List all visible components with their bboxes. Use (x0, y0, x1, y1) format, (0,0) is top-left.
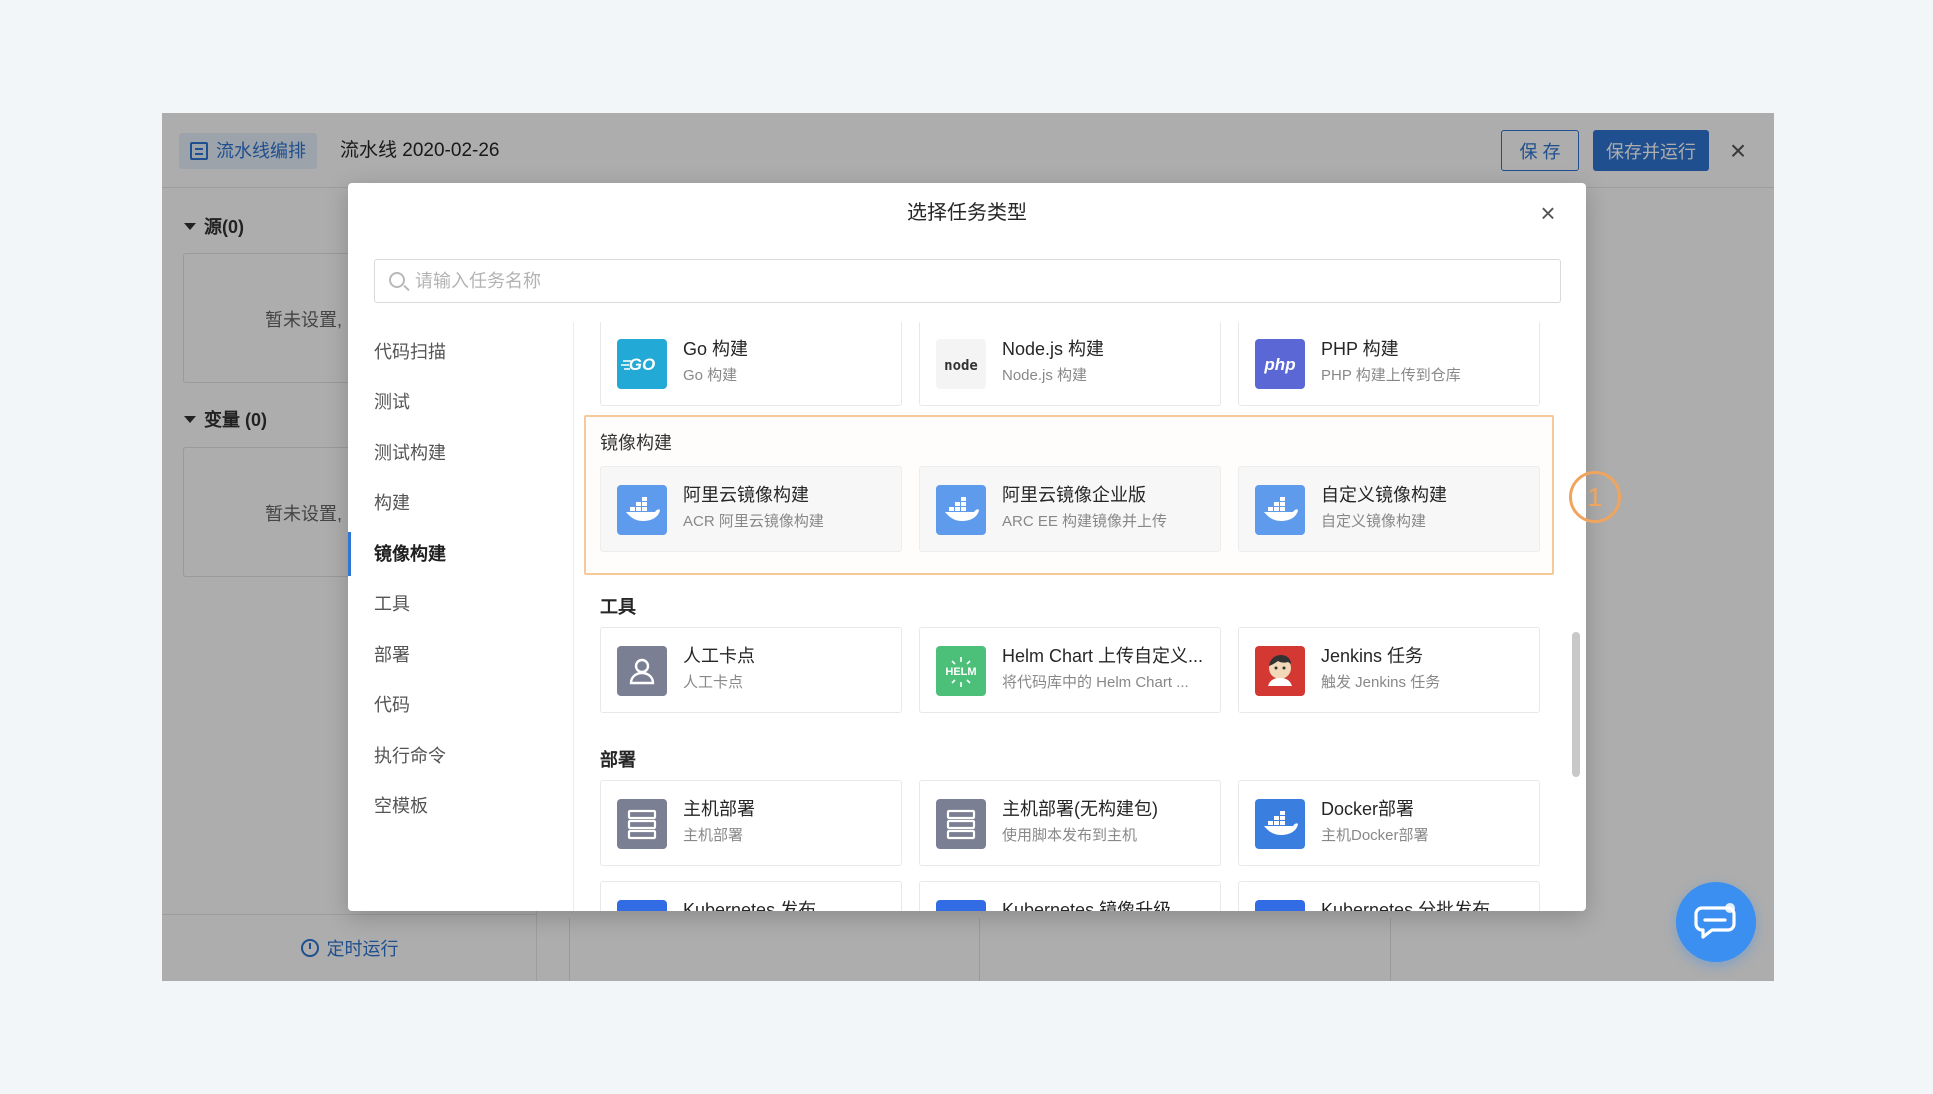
svg-text:HELM: HELM (945, 666, 976, 678)
task-card-name: Jenkins 任务 (1321, 646, 1424, 666)
jenkins-icon (1255, 646, 1305, 696)
task-card-desc: 主机部署 (683, 827, 744, 844)
kubernetes-icon (936, 900, 986, 911)
kubernetes-icon (617, 900, 667, 911)
task-card-name: 自定义镜像构建 (1321, 485, 1447, 505)
person-icon (617, 646, 667, 696)
category-item-image-build[interactable]: 镜像构建 (348, 532, 574, 576)
step-number-badge: 1 (1569, 471, 1621, 523)
search-icon (389, 272, 405, 288)
helm-icon: HELM (936, 646, 986, 696)
task-search (374, 259, 1561, 303)
task-card-nodejs-build[interactable]: node Node.js 构建 Node.js 构建 (919, 322, 1221, 406)
category-item-blank-template[interactable]: 空模板 (348, 784, 574, 828)
task-type-modal: 选择任务类型 × 代码扫描 测试 测试构建 构建 镜像构建 工具 部署 代码 执… (348, 183, 1586, 911)
go-icon: GO (617, 339, 667, 389)
task-card-desc: 触发 Jenkins 任务 (1321, 674, 1441, 691)
task-card-acr-image-build[interactable]: 阿里云镜像构建 ACR 阿里云镜像构建 (600, 466, 902, 552)
task-card-kubernetes-image-upgrade[interactable]: Kubernetes 镜像升级 (919, 881, 1221, 911)
svg-text:php: php (1263, 355, 1295, 374)
group-title-tools: 工具 (600, 597, 636, 617)
php-icon: php (1255, 339, 1305, 389)
task-card-name: Kubernetes 发布 (683, 900, 817, 911)
task-search-input[interactable] (415, 260, 1545, 302)
task-card-name: Docker部署 (1321, 799, 1415, 819)
task-card-acr-ee-build[interactable]: 阿里云镜像企业版 ARC EE 构建镜像并上传 (919, 466, 1221, 552)
task-card-name: 主机部署 (683, 799, 755, 819)
category-item-test[interactable]: 测试 (348, 380, 574, 424)
category-item-deploy[interactable]: 部署 (348, 633, 574, 677)
task-card-desc: 将代码库中的 Helm Chart ... (1002, 674, 1189, 691)
svg-text:GO: GO (629, 355, 655, 374)
nodejs-icon: node (936, 339, 986, 389)
task-card-kubernetes-release[interactable]: Kubernetes 发布 (600, 881, 902, 911)
task-card-desc: Node.js 构建 (1002, 367, 1088, 384)
close-icon[interactable]: × (1532, 197, 1564, 229)
task-card-desc: ACR 阿里云镜像构建 (683, 513, 824, 530)
task-card-desc: ARC EE 构建镜像并上传 (1002, 513, 1168, 530)
task-list-scrollbar[interactable] (1572, 632, 1580, 777)
task-card-desc: 主机Docker部署 (1321, 827, 1429, 844)
task-card-name: 人工卡点 (683, 646, 755, 666)
task-card-name: 阿里云镜像构建 (683, 485, 809, 505)
task-card-go-build[interactable]: GO Go 构建 Go 构建 (600, 322, 902, 406)
task-card-host-deploy-no-package[interactable]: 主机部署(无构建包) 使用脚本发布到主机 (919, 780, 1221, 866)
task-card-name: 阿里云镜像企业版 (1002, 485, 1146, 505)
group-title-deploy: 部署 (600, 750, 636, 770)
kubernetes-icon (1255, 900, 1305, 911)
chat-icon (1694, 903, 1736, 939)
task-list: GO Go 构建 Go 构建 node Node.js 构建 Node.js 构… (574, 322, 1586, 911)
task-card-kubernetes-batch-release[interactable]: Kubernetes 分批发布 (1238, 881, 1540, 911)
task-card-helm-chart-upload[interactable]: HELM Helm Chart 上传自定义... 将代码库中的 Helm Cha… (919, 627, 1221, 713)
task-card-docker-deploy[interactable]: Docker部署 主机Docker部署 (1238, 780, 1540, 866)
task-card-jenkins-task[interactable]: Jenkins 任务 触发 Jenkins 任务 (1238, 627, 1540, 713)
image-build-group-highlight: 镜像构建 阿里云镜像构建 ACR 阿里云镜像构建 阿里云镜像企业版 ARC EE… (584, 415, 1554, 575)
category-item-tools[interactable]: 工具 (348, 582, 574, 626)
task-card-manual-gate[interactable]: 人工卡点 人工卡点 (600, 627, 902, 713)
task-card-name: Node.js 构建 (1002, 339, 1105, 359)
docker-icon (617, 485, 667, 535)
category-item-code-scan[interactable]: 代码扫描 (348, 330, 574, 374)
task-card-name: Kubernetes 镜像升级 (1002, 900, 1172, 911)
task-card-custom-image-build[interactable]: 自定义镜像构建 自定义镜像构建 (1238, 466, 1540, 552)
group-title-image-build: 镜像构建 (600, 433, 672, 453)
category-nav: 代码扫描 测试 测试构建 构建 镜像构建 工具 部署 代码 执行命令 空模板 (348, 322, 574, 911)
task-card-desc: Go 构建 (683, 367, 738, 384)
task-card-name: PHP 构建 (1321, 339, 1399, 359)
task-card-name: Go 构建 (683, 339, 749, 359)
docker-icon (1255, 485, 1305, 535)
task-card-desc: PHP 构建上传到仓库 (1321, 367, 1461, 384)
task-card-name: Kubernetes 分批发布 (1321, 900, 1491, 911)
task-card-php-build[interactable]: php PHP 构建 PHP 构建上传到仓库 (1238, 322, 1540, 406)
category-item-command[interactable]: 执行命令 (348, 734, 574, 778)
server-icon (617, 799, 667, 849)
modal-title: 选择任务类型 (907, 202, 1027, 224)
chat-support-button[interactable] (1676, 882, 1756, 962)
task-card-host-deploy[interactable]: 主机部署 主机部署 (600, 780, 902, 866)
task-card-desc: 自定义镜像构建 (1321, 513, 1427, 530)
task-card-name: Helm Chart 上传自定义... (1002, 646, 1204, 666)
task-card-desc: 人工卡点 (683, 674, 744, 691)
docker-icon (936, 485, 986, 535)
category-item-test-build[interactable]: 测试构建 (348, 431, 574, 475)
docker-icon (1255, 799, 1305, 849)
server-icon (936, 799, 986, 849)
svg-text:node: node (944, 358, 978, 374)
category-item-code[interactable]: 代码 (348, 683, 574, 727)
category-item-build[interactable]: 构建 (348, 481, 574, 525)
task-card-name: 主机部署(无构建包) (1002, 799, 1158, 819)
task-card-desc: 使用脚本发布到主机 (1002, 827, 1138, 844)
